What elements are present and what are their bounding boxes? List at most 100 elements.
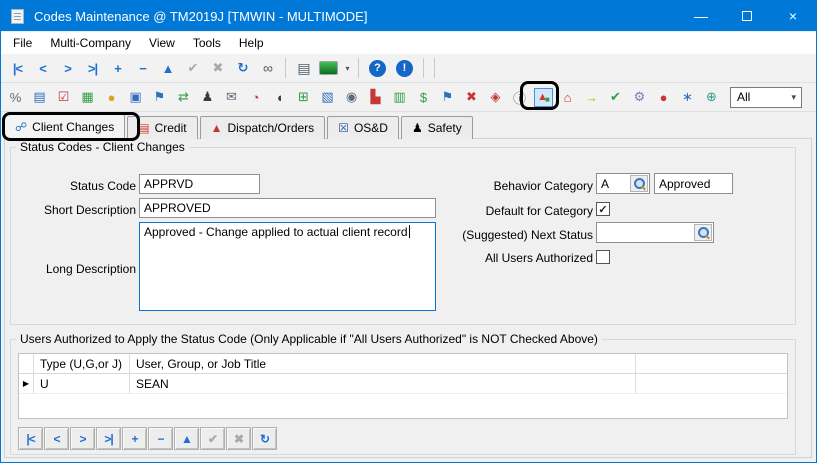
app-window: Codes Maintenance @ TM2019J [TMWIN - MUL…	[0, 0, 817, 463]
car-icon[interactable]: ●	[654, 88, 673, 107]
next-status-field[interactable]	[596, 222, 714, 243]
tab-client-changes[interactable]: ☍ Client Changes	[4, 114, 125, 139]
lookup-magnifier-icon	[634, 178, 645, 189]
grid-selector-header	[19, 354, 34, 373]
grid-header-row: Type (U,G,or J) User, Group, or Job Titl…	[19, 354, 787, 374]
table-row[interactable]: ▶ U SEAN	[19, 374, 787, 394]
signpost-icon[interactable]: →	[582, 88, 601, 107]
grid-insert-button[interactable]: +	[122, 427, 147, 450]
row-user-cell[interactable]: SEAN	[130, 374, 636, 393]
grid-navigator: |<<>>|+−▲✔✖↻	[18, 427, 277, 450]
close-button[interactable]: ×	[770, 1, 816, 31]
globe-icon[interactable]: ⊕	[702, 88, 721, 107]
flag-icon[interactable]: ⚑	[150, 88, 169, 107]
grid-cancel-button[interactable]: ✖	[226, 427, 251, 450]
minimize-button[interactable]: —	[678, 1, 724, 31]
grid-refresh-button[interactable]: ↻	[252, 427, 277, 450]
grid-header-user: User, Group, or Job Title	[130, 354, 636, 373]
net-nodes-icon[interactable]: ◈	[486, 88, 505, 107]
shoe-icon[interactable]: ◖	[270, 88, 289, 107]
groupbox-title: Users Authorized to Apply the Status Cod…	[16, 332, 602, 346]
delete-record-icon[interactable]: −	[130, 61, 155, 76]
copy-check-icon[interactable]: ▣	[126, 88, 145, 107]
home-icon[interactable]: ⌂	[558, 88, 577, 107]
behavior-category-label: Behavior Category	[446, 179, 593, 193]
doc-info-icon[interactable]: ⓘ	[510, 88, 529, 107]
tab-osd[interactable]: ☒ OS&D	[327, 116, 399, 139]
next-record-icon[interactable]: >	[55, 61, 80, 76]
post-edit-icon[interactable]: ✔	[180, 60, 205, 76]
status-code-field[interactable]: APPRVD	[139, 174, 260, 194]
org-chart-icon[interactable]: ⊞	[294, 88, 313, 107]
cancel-edit-icon[interactable]: ✖	[205, 60, 230, 76]
tab-safety[interactable]: ♟ Safety	[401, 116, 473, 139]
driver-icon[interactable]: ♟	[198, 88, 217, 107]
prior-record-icon[interactable]: <	[30, 61, 55, 76]
checklist-icon[interactable]: ☑	[54, 88, 73, 107]
status-codes-icon[interactable]: ▲	[534, 88, 553, 107]
grid-last-button[interactable]: >|	[96, 427, 121, 450]
refresh-icon[interactable]: ↻	[230, 60, 255, 76]
factory-icon[interactable]: ▙	[366, 88, 385, 107]
printer-icon[interactable]: ▤	[291, 60, 316, 77]
card-transfer-icon[interactable]: ⇄	[174, 88, 193, 107]
screen-icon[interactable]	[319, 61, 338, 75]
app-icon	[11, 9, 24, 24]
grid-post-button[interactable]: ✔	[200, 427, 225, 450]
default-for-category-checkbox[interactable]: ✓	[596, 202, 610, 216]
toolbar-separator	[423, 58, 424, 78]
filter-dropdown[interactable]: All ▾	[730, 87, 802, 108]
calendar-icon[interactable]: ▧	[318, 88, 337, 107]
short-description-field[interactable]: APPROVED	[139, 198, 436, 218]
last-record-icon[interactable]: >|	[80, 61, 105, 76]
next-status-lookup-button[interactable]	[694, 224, 712, 241]
grid-first-button[interactable]: |<	[18, 427, 43, 450]
flag-alt-icon[interactable]: ⚑	[438, 88, 457, 107]
menu-file[interactable]: File	[4, 32, 41, 54]
maximize-button[interactable]	[724, 1, 770, 31]
insert-record-icon[interactable]: +	[105, 61, 130, 76]
grid-prior-button[interactable]: <	[44, 427, 69, 450]
mail-icon[interactable]: ✉	[222, 88, 241, 107]
long-description-field[interactable]: Approved - Change applied to actual clie…	[139, 222, 436, 311]
tab-credit[interactable]: ▤ Credit	[127, 116, 197, 139]
box-check-icon[interactable]: ▥	[390, 88, 409, 107]
grid-header-filler	[636, 354, 787, 373]
all-users-authorized-checkbox[interactable]	[596, 250, 610, 264]
apps-toolbar: % ▤ ☑ ▦ ● ▣ ⚑ ⇄ ♟ ✉ ◔ ◖ ⊞ ▧ ◉ ▙ ▥ $ ⚑ ✖ ◈ ⓘ ▲ ⌂ → ✔ ⚙ ● ∗ ⊕ All ▾	[1, 83, 816, 112]
menu-multi-company[interactable]: Multi-Company	[41, 32, 140, 54]
gears-icon[interactable]: ⚙	[630, 88, 649, 107]
behavior-category-lookup-button[interactable]	[630, 175, 648, 192]
screen-dropdown-icon[interactable]: ▾	[341, 64, 353, 73]
grid-delete-button[interactable]: −	[148, 427, 173, 450]
help-icon[interactable]: ?	[369, 60, 386, 77]
window-title: Codes Maintenance @ TM2019J [TMWIN - MUL…	[34, 9, 367, 24]
tab-dispatch-orders[interactable]: ▲ Dispatch/Orders	[200, 116, 326, 139]
tab-icon: ▲	[211, 121, 223, 135]
binoculars-search-icon[interactable]: ∞	[255, 60, 280, 76]
shield-icon[interactable]: ●	[102, 88, 121, 107]
gauge-icon[interactable]: ◔	[246, 88, 265, 107]
grid-edit-button[interactable]: ▲	[174, 427, 199, 450]
camera-icon[interactable]: ◉	[342, 88, 361, 107]
grid-next-button[interactable]: >	[70, 427, 95, 450]
behavior-category-description-field[interactable]: Approved	[654, 173, 733, 194]
menu-view[interactable]: View	[140, 32, 184, 54]
chart-icon[interactable]: ▦	[78, 88, 97, 107]
about-icon[interactable]: !	[396, 60, 413, 77]
first-record-icon[interactable]: |<	[5, 61, 30, 76]
tab-label: Safety	[428, 121, 462, 135]
menubar: FileMulti-CompanyViewToolsHelp	[1, 32, 816, 54]
approve-check-icon[interactable]: ✔	[606, 88, 625, 107]
menu-help[interactable]: Help	[230, 32, 273, 54]
toolbar-separator	[358, 58, 359, 78]
row-type-cell[interactable]: U	[34, 374, 130, 393]
net-delete-icon[interactable]: ✖	[462, 88, 481, 107]
invoice-icon[interactable]: $	[414, 88, 433, 107]
percent-icon[interactable]: %	[6, 88, 25, 107]
menu-tools[interactable]: Tools	[184, 32, 230, 54]
snowflake-icon[interactable]: ∗	[678, 88, 697, 107]
behavior-category-code-field[interactable]: A	[596, 173, 650, 194]
notes-icon[interactable]: ▤	[30, 88, 49, 107]
edit-record-icon[interactable]: ▲	[155, 61, 180, 76]
